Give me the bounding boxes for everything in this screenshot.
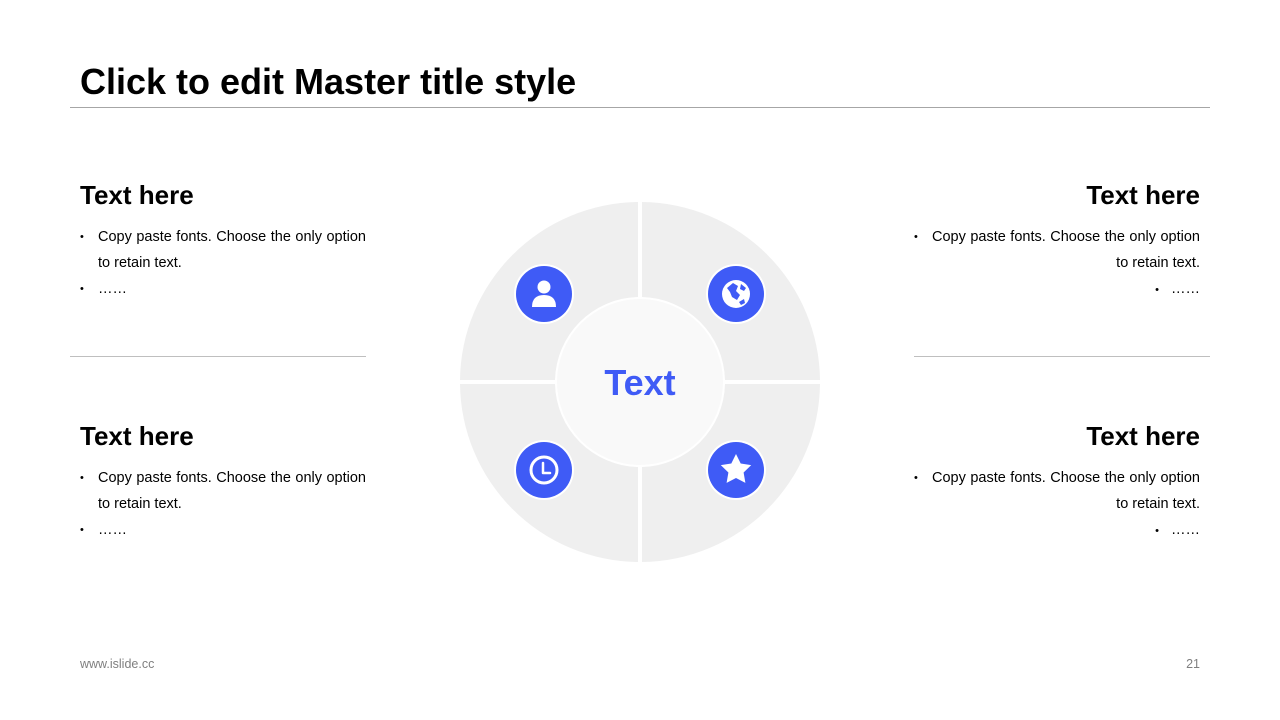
block-heading: Text here — [1086, 180, 1200, 210]
bullet-item: Copy paste fonts. Choose the only option… — [914, 465, 1200, 517]
bullet-list: Copy paste fonts. Choose the only option… — [914, 224, 1200, 303]
block-heading: Text here — [1086, 421, 1200, 451]
bullet-list: Copy paste fonts. Choose the only option… — [80, 465, 366, 543]
page-number: 21 — [1186, 657, 1200, 671]
bullet-list: Copy paste fonts. Choose the only option… — [914, 465, 1200, 544]
star-icon — [706, 440, 766, 500]
globe-icon — [706, 264, 766, 324]
bullet-text: …… — [1171, 281, 1200, 297]
text-block-bottom-right: Text here Copy paste fonts. Choose the o… — [914, 419, 1200, 544]
slide-title: Click to edit Master title style — [80, 61, 577, 102]
bullet-item: Copy paste fonts. Choose the only option… — [80, 465, 366, 517]
left-divider — [70, 356, 366, 357]
bullet-item: …… — [914, 276, 1200, 303]
text-block-top-left: Text here Copy paste fonts. Choose the o… — [80, 178, 366, 302]
block-heading: Text here — [80, 180, 194, 210]
bullet-item: Copy paste fonts. Choose the only option… — [80, 224, 366, 276]
footer-url[interactable]: www.islide.cc — [80, 657, 154, 671]
center-label: Text — [604, 362, 676, 403]
clock-icon — [514, 440, 574, 500]
user-icon — [514, 264, 574, 324]
right-divider — [914, 356, 1210, 357]
block-heading: Text here — [80, 421, 194, 451]
bullet-item: Copy paste fonts. Choose the only option… — [914, 224, 1200, 276]
bullet-item: …… — [80, 276, 366, 302]
text-block-top-right: Text here Copy paste fonts. Choose the o… — [914, 178, 1200, 303]
text-block-bottom-left: Text here Copy paste fonts. Choose the o… — [80, 419, 366, 543]
bullet-item: …… — [80, 517, 366, 543]
bullet-text: …… — [1171, 522, 1200, 538]
bullet-item: …… — [914, 517, 1200, 544]
title-divider — [70, 107, 1210, 108]
bullet-list: Copy paste fonts. Choose the only option… — [80, 224, 366, 302]
